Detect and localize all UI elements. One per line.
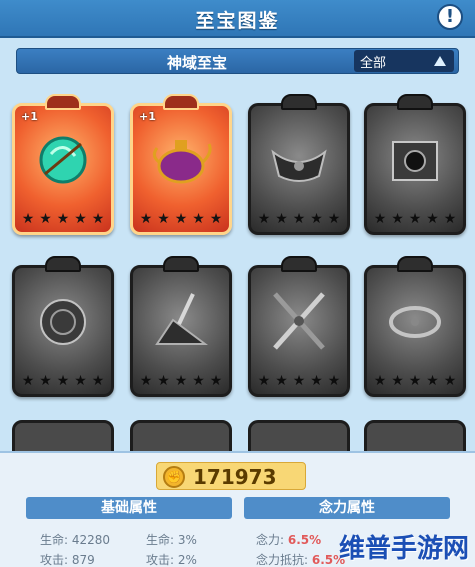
- basic-attributes-header: 基础属性: [26, 497, 232, 519]
- crown-relic-icon: [271, 149, 327, 182]
- star-icon: ★: [373, 211, 387, 227]
- mind-attr-power-label: 念力:: [256, 533, 288, 547]
- star-icon: ★: [157, 373, 170, 389]
- star-icon: ★: [21, 373, 35, 389]
- card-crown: [45, 94, 81, 110]
- crossed-swords-icon: [273, 292, 325, 350]
- ring-relic-icon: [389, 306, 441, 338]
- score-box: ✊ 171973: [156, 462, 306, 490]
- star-rating: ★ ★ ★ ★ ★: [139, 212, 223, 226]
- star-icon: ★: [192, 373, 205, 389]
- star-rating: ★ ★ ★ ★ ★: [257, 374, 341, 388]
- star-icon: ★: [373, 373, 387, 389]
- star-icon: ★: [91, 373, 105, 389]
- star-icon: ★: [174, 373, 188, 389]
- fist-coin-icon: ✊: [163, 466, 185, 488]
- watermark-text: 维普手游网: [338, 534, 469, 564]
- mind-attributes-header: 念力属性: [244, 497, 450, 519]
- card-crown: [45, 256, 81, 272]
- treasure-card[interactable]: ★ ★ ★ ★ ★: [12, 256, 114, 397]
- star-icon: ★: [74, 373, 87, 389]
- star-icon: ★: [327, 373, 341, 389]
- star-icon: ★: [310, 373, 323, 389]
- card-crown: [397, 256, 433, 272]
- treasure-card[interactable]: +1 ★ ★ ★ ★ ★: [12, 94, 114, 235]
- mind-attr-power: 念力: 6.5%: [256, 531, 321, 548]
- treasure-card[interactable]: ★ ★ ★ ★ ★: [248, 256, 350, 397]
- star-icon: ★: [157, 211, 170, 227]
- card-crown: [163, 256, 199, 272]
- star-icon: ★: [257, 373, 271, 389]
- treasure-card[interactable]: ★ ★ ★ ★ ★: [364, 94, 466, 235]
- stone-shard-icon: [155, 293, 208, 345]
- star-icon: ★: [39, 373, 52, 389]
- header-bar: 至宝图鉴 !: [0, 0, 475, 38]
- treasure-card[interactable]: ★ ★ ★ ★ ★: [130, 256, 232, 397]
- star-icon: ★: [292, 211, 306, 227]
- star-icon: ★: [443, 373, 457, 389]
- star-rating: ★ ★ ★ ★ ★: [373, 374, 457, 388]
- star-icon: ★: [391, 373, 404, 389]
- star-icon: ★: [174, 211, 188, 227]
- star-icon: ★: [310, 211, 323, 227]
- card-crown: [281, 256, 317, 272]
- mind-attr-resist: 念力抵抗: 6.5%: [256, 551, 345, 567]
- basic-attr-atk: 攻击: 879: [40, 553, 95, 567]
- cube-relic-icon: [392, 141, 438, 181]
- rune-disc-icon: [40, 299, 86, 345]
- star-icon: ★: [39, 211, 52, 227]
- star-icon: ★: [209, 211, 223, 227]
- star-icon: ★: [408, 373, 422, 389]
- star-icon: ★: [408, 211, 422, 227]
- treasure-card[interactable]: +1 ★ ★ ★ ★ ★: [130, 94, 232, 235]
- basic-attr-hp: 生命: 42280: [40, 533, 111, 547]
- star-rating: ★ ★ ★ ★ ★: [21, 374, 105, 388]
- page-title: 至宝图鉴: [195, 10, 280, 32]
- basic-attr-hp-percent: 生命: 3%: [146, 533, 197, 547]
- star-icon: ★: [426, 211, 439, 227]
- star-icon: ★: [139, 211, 153, 227]
- star-icon: ★: [275, 211, 288, 227]
- star-icon: ★: [327, 211, 341, 227]
- star-icon: ★: [391, 211, 404, 227]
- mind-attr-resist-label: 念力抵抗:: [256, 553, 312, 567]
- exclamation-icon[interactable]: !: [437, 4, 463, 30]
- star-rating: ★ ★ ★ ★ ★: [139, 374, 223, 388]
- star-icon: ★: [56, 211, 70, 227]
- score-value: 171973: [193, 465, 277, 489]
- star-rating: ★ ★ ★ ★ ★: [373, 212, 457, 226]
- star-icon: ★: [21, 211, 35, 227]
- card-crown: [281, 94, 317, 110]
- mind-attr-power-value: 6.5%: [287, 533, 322, 547]
- card-crown: [397, 94, 433, 110]
- star-icon: ★: [192, 211, 205, 227]
- category-title: 神域至宝: [167, 54, 228, 72]
- star-icon: ★: [275, 373, 288, 389]
- basic-attr-atk-percent: 攻击: 2%: [146, 553, 197, 567]
- star-rating: ★ ★ ★ ★ ★: [257, 212, 341, 226]
- star-icon: ★: [257, 211, 271, 227]
- star-icon: ★: [292, 373, 306, 389]
- card-crown: [163, 94, 199, 110]
- star-icon: ★: [91, 211, 105, 227]
- star-icon: ★: [209, 373, 223, 389]
- star-icon: ★: [443, 211, 457, 227]
- star-icon: ★: [426, 373, 439, 389]
- treasure-card[interactable]: ★ ★ ★ ★ ★: [248, 94, 350, 235]
- star-icon: ★: [74, 211, 87, 227]
- treasure-card[interactable]: ★ ★ ★ ★ ★: [364, 256, 466, 397]
- star-rating: ★ ★ ★ ★ ★: [21, 212, 105, 226]
- star-icon: ★: [139, 373, 153, 389]
- triangle-up-icon: [434, 56, 446, 66]
- filter-label: 全部: [360, 56, 387, 71]
- magic-teapot-icon: [152, 140, 212, 184]
- green-orb-icon: [39, 136, 87, 184]
- filter-dropdown[interactable]: 全部: [354, 50, 454, 72]
- star-icon: ★: [56, 373, 70, 389]
